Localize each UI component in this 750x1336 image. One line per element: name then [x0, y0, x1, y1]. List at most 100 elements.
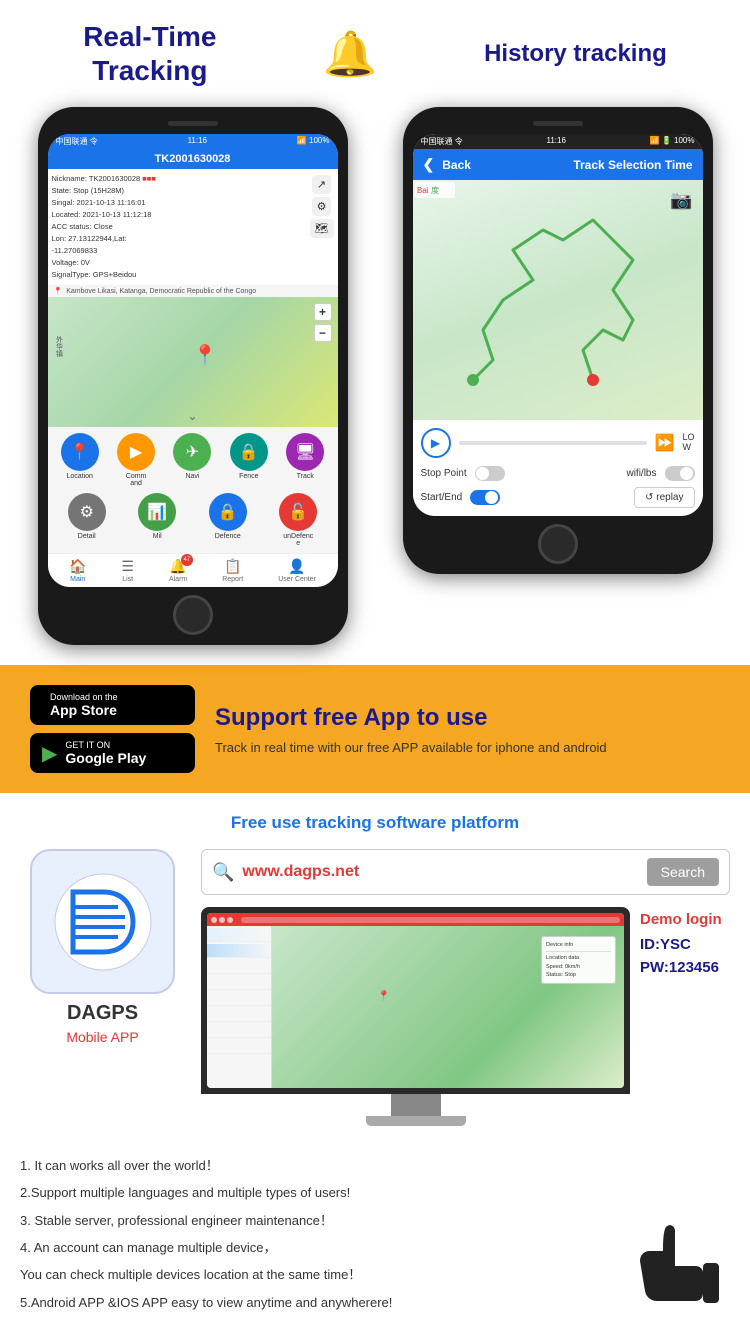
google-play-icon: ▶ — [42, 741, 57, 766]
nav-list[interactable]: ☰List — [121, 558, 134, 583]
store-buttons: Download on the App Store ▶ GET IT ON Go… — [30, 685, 195, 773]
command-btn[interactable]: ▶ Command — [117, 433, 155, 487]
monitor-container: Device info Location data Speed: 0km/h S… — [201, 907, 630, 1126]
track-map: Bai 度 📷 — [413, 180, 703, 420]
demo-id: ID:YSC — [640, 936, 730, 953]
monitor-stand — [391, 1094, 441, 1116]
title-line1: Real-Time — [83, 21, 216, 52]
feature-item-4: 4. An account can manage multiple device… — [20, 1234, 600, 1261]
scroll-indicator: ⌄ — [187, 409, 197, 423]
googleplay-text: GET IT ON Google Play — [65, 740, 146, 766]
yellow-banner: Download on the App Store ▶ GET IT ON Go… — [0, 665, 750, 793]
track-header-title: Track Selection Time — [573, 158, 692, 172]
svg-text:度: 度 — [431, 185, 439, 195]
map-controls: + − — [314, 303, 332, 342]
feature-item-2: 2.Support multiple languages and multipl… — [20, 1179, 600, 1206]
info-panel: Nickname: TK2001630028 ■■■ State: Stop (… — [48, 169, 338, 285]
phone2-status-bar: 中国联通 令 11:16 📶 🔋 100% — [413, 134, 703, 149]
wifi-lbs-toggle[interactable] — [665, 466, 695, 481]
demo-login-title: Demo login — [640, 911, 730, 928]
google-play-button[interactable]: ▶ GET IT ON Google Play — [30, 733, 195, 773]
track-path-svg: Bai 度 — [413, 180, 703, 420]
speed-label: LOW — [682, 433, 694, 453]
features-section: 1. It can works all over the world！ 2.Su… — [0, 1136, 750, 1336]
monitor-base — [366, 1116, 466, 1126]
platform-section: Free use tracking software platform DAGP… — [0, 793, 750, 1136]
speed-forward[interactable]: ⏩ — [655, 433, 675, 453]
track-btn[interactable]: 🖥 Track — [286, 433, 324, 487]
phone2-screen: 中国联通 令 11:16 📶 🔋 100% ❮ Back Track Selec… — [413, 134, 703, 516]
location-label: 📍 Kambove Likasi, Katanga, Democratic Re… — [48, 285, 338, 297]
info-text: Nickname: TK2001630028 ■■■ State: Stop (… — [52, 173, 306, 281]
phone2-frame: 中国联通 令 11:16 📶 🔋 100% ❮ Back Track Selec… — [403, 107, 713, 574]
phone1-home-button[interactable] — [173, 595, 213, 635]
phone2-wrapper: 中国联通 令 11:16 📶 🔋 100% ❮ Back Track Selec… — [403, 107, 713, 574]
support-text: Support free App to use Track in real ti… — [215, 704, 607, 755]
device-id-bar: TK2001630028 — [48, 149, 338, 169]
phone1-screen: 中国联通 令 11:16 📶 100% TK2001630028 Nicknam… — [48, 134, 338, 587]
start-end-toggle[interactable] — [470, 490, 500, 505]
track-header: ❮ Back Track Selection Time — [413, 149, 703, 180]
nav-alarm[interactable]: 🔔 47 Alarm — [169, 558, 187, 583]
zoom-out-btn[interactable]: − — [314, 324, 332, 342]
search-bar: 🔍 www.dagps.net Search — [201, 849, 730, 895]
mil-btn[interactable]: 📊 Mil — [138, 493, 176, 547]
app-logo-box — [30, 849, 175, 994]
back-btn[interactable]: ❮ — [423, 156, 435, 173]
mobile-app-label: Mobile APP — [66, 1029, 138, 1045]
nav-main[interactable]: 🏠Main — [69, 558, 86, 583]
feature-item-1: 1. It can works all over the world！ — [20, 1152, 600, 1179]
app-logo-section: DAGPS Mobile APP — [20, 849, 185, 1045]
search-button[interactable]: Search — [647, 858, 719, 886]
zoom-in-btn[interactable]: + — [314, 303, 332, 321]
phone2-home-button[interactable] — [538, 524, 578, 564]
start-end-label: Start/End — [421, 492, 463, 503]
location-btn[interactable]: 📍 Location — [61, 433, 99, 487]
platform-right: 🔍 www.dagps.net Search — [201, 849, 730, 1126]
phone1-wrapper: 中国联通 令 11:16 📶 100% TK2001630028 Nicknam… — [38, 107, 348, 645]
bottom-nav: 🏠Main ☰List 🔔 47 Alarm 📋Report — [48, 553, 338, 587]
feature-item-3: 3. Stable server, professional engineer … — [20, 1207, 600, 1234]
platform-title: Free use tracking software platform — [20, 813, 730, 833]
action-row1: 📍 Location ▶ Command ✈ Navi 🔒 Fence — [48, 427, 338, 489]
progress-track[interactable] — [459, 441, 647, 445]
feature-item-5: You can check multiple devices location … — [20, 1261, 600, 1288]
bell-icon: 🔔 — [323, 30, 378, 79]
monitor-display: Device info Location data Speed: 0km/h S… — [207, 913, 624, 1088]
replay-button[interactable]: ↺ replay — [634, 487, 694, 508]
map-icon-btn[interactable]: 🗺 — [310, 219, 334, 238]
wifi-lbs-label: wifi/lbs — [626, 468, 656, 479]
share-icon-btn[interactable]: ↗ — [312, 175, 331, 194]
undefence-btn[interactable]: 🔓 unDefence — [279, 493, 317, 547]
stop-point-label: Stop Point — [421, 468, 467, 479]
status-bar: 中国联通 令 11:16 📶 100% — [48, 134, 338, 149]
fence-btn[interactable]: 🔒 Fence — [230, 433, 268, 487]
realtime-title: Real-Time Tracking — [83, 20, 216, 87]
phones-section: 中国联通 令 11:16 📶 100% TK2001630028 Nicknam… — [0, 97, 750, 665]
platform-content: DAGPS Mobile APP 🔍 www.dagps.net Search — [20, 849, 730, 1126]
dagps-logo-svg — [53, 872, 153, 972]
phone1-frame: 中国联通 令 11:16 📶 100% TK2001630028 Nicknam… — [38, 107, 348, 645]
map-pin: 📍 — [193, 343, 218, 368]
header-section: Real-Time Tracking 🔔 History tracking — [0, 0, 750, 97]
defence-btn[interactable]: 🔒 Defence — [209, 493, 247, 547]
feature-item-6: 5.Android APP &IOS APP easy to view anyt… — [20, 1289, 600, 1316]
map-area: 外华镇 📍 + − ⌄ — [48, 297, 338, 427]
action-row2: ⚙ Detail 📊 Mil 🔒 Defence 🔓 unDefence — [48, 489, 338, 553]
detail-btn[interactable]: ⚙ Detail — [68, 493, 106, 547]
app-store-button[interactable]: Download on the App Store — [30, 685, 195, 725]
navi-btn[interactable]: ✈ Navi — [173, 433, 211, 487]
nav-report[interactable]: 📋Report — [222, 558, 243, 583]
app-name-label: DAGPS — [67, 1002, 138, 1025]
search-url-text: www.dagps.net — [242, 863, 638, 881]
search-icon: 🔍 — [212, 862, 234, 883]
play-button[interactable]: ▶ — [421, 428, 451, 458]
settings-icon-btn[interactable]: ⚙ — [312, 197, 332, 216]
nav-user-center[interactable]: 👤User Center — [278, 558, 316, 583]
stop-point-toggle[interactable] — [475, 466, 505, 481]
bell-icon-container: 🔔 — [323, 28, 378, 80]
info-icons: ↗ ⚙ 🗺 — [310, 173, 334, 281]
demo-pw: PW:123456 — [640, 959, 730, 976]
map-label-vertical: 外华镇 — [54, 336, 64, 357]
monitor-screen: Device info Location data Speed: 0km/h S… — [201, 907, 630, 1094]
